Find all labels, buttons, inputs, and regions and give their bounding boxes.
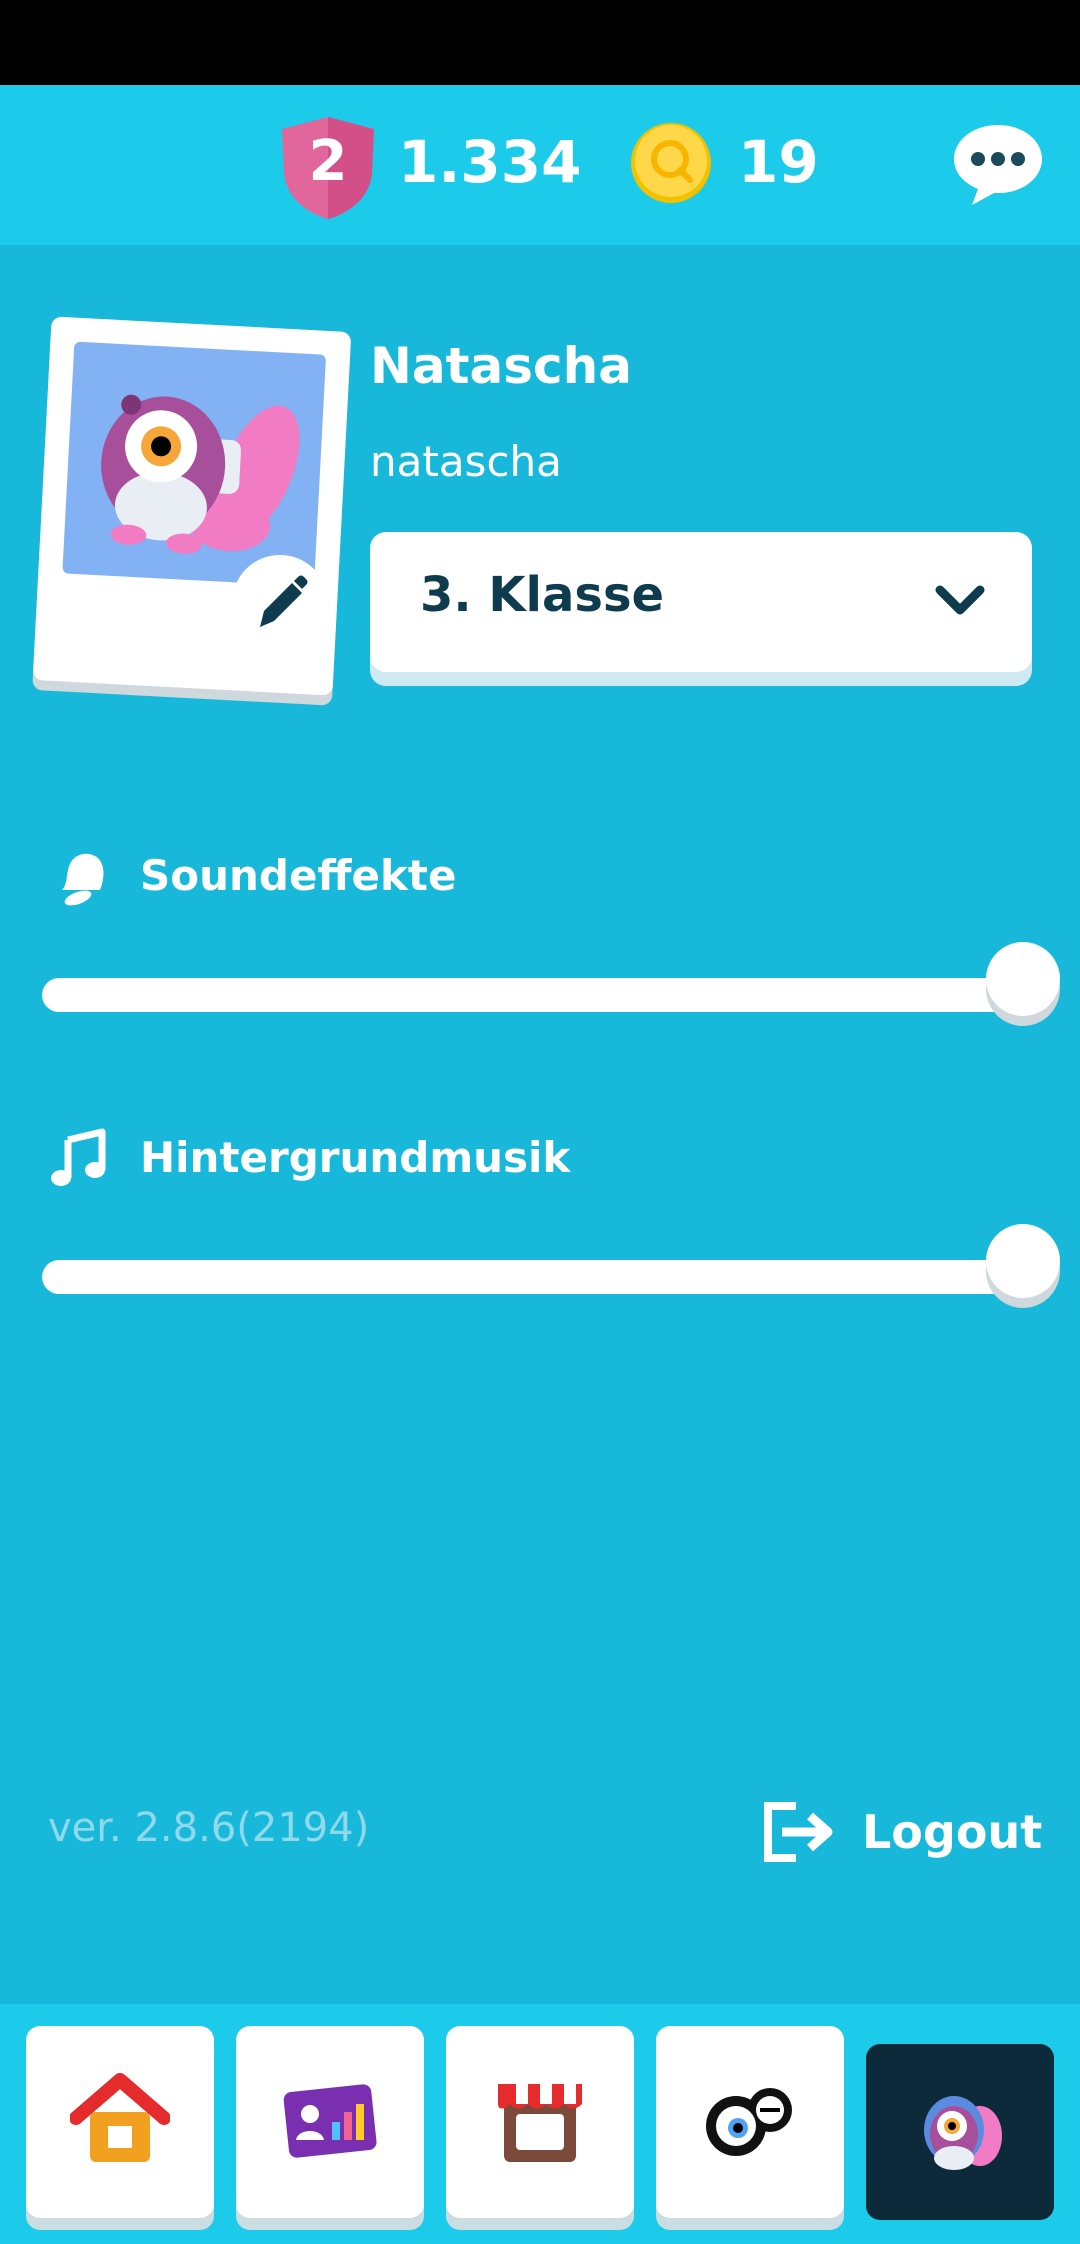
- monster-eyes-icon: [706, 2088, 792, 2156]
- shop-icon: [498, 2084, 582, 2162]
- monster-avatar-icon: [101, 394, 300, 554]
- nav-shop-button[interactable]: [446, 2026, 634, 2218]
- trophy-count: 1.334: [398, 128, 582, 196]
- house-icon: [70, 2073, 170, 2162]
- coin-count: 19: [738, 128, 819, 196]
- background-music-slider-thumb[interactable]: [986, 1224, 1060, 1298]
- logout-label: Logout: [862, 1805, 1043, 1859]
- top-bar: 2 1.334 19: [0, 85, 1080, 245]
- chat-icon[interactable]: [950, 121, 1046, 207]
- sound-effects-label: Soundeffekte: [140, 851, 457, 900]
- bell-icon: [62, 853, 104, 906]
- nav-profile-button[interactable]: [866, 2044, 1054, 2220]
- chevron-down-icon: [935, 585, 985, 615]
- background-music-label: Hintergrundmusik: [140, 1133, 571, 1182]
- nav-monsters-button[interactable]: [656, 2026, 844, 2218]
- league-level: 2: [308, 129, 348, 194]
- grade-selected-value: 3. Klasse: [420, 567, 665, 623]
- logout-button[interactable]: Logout: [762, 1796, 1052, 1868]
- stats-card-icon: [283, 2084, 377, 2158]
- coin-icon: [631, 123, 711, 203]
- bottom-navigation: [0, 2004, 1080, 2244]
- avatar: [62, 341, 327, 587]
- avatar-icon: [924, 2096, 1002, 2170]
- nav-stats-button[interactable]: [236, 2026, 424, 2218]
- status-bar: [0, 0, 1080, 85]
- username: natascha: [370, 437, 562, 486]
- logout-icon: [764, 1802, 833, 1862]
- display-name: Natascha: [370, 337, 632, 395]
- app-version: ver. 2.8.6(2194): [48, 1805, 370, 1851]
- music-note-icon: [51, 1128, 106, 1186]
- background-music-slider[interactable]: [42, 1260, 1052, 1294]
- sound-effects-slider[interactable]: [42, 978, 1052, 1012]
- sound-effects-slider-thumb[interactable]: [986, 942, 1060, 1016]
- edit-avatar-button[interactable]: [232, 555, 328, 651]
- nav-home-button[interactable]: [26, 2026, 214, 2218]
- grade-dropdown[interactable]: 3. Klasse: [370, 532, 1032, 672]
